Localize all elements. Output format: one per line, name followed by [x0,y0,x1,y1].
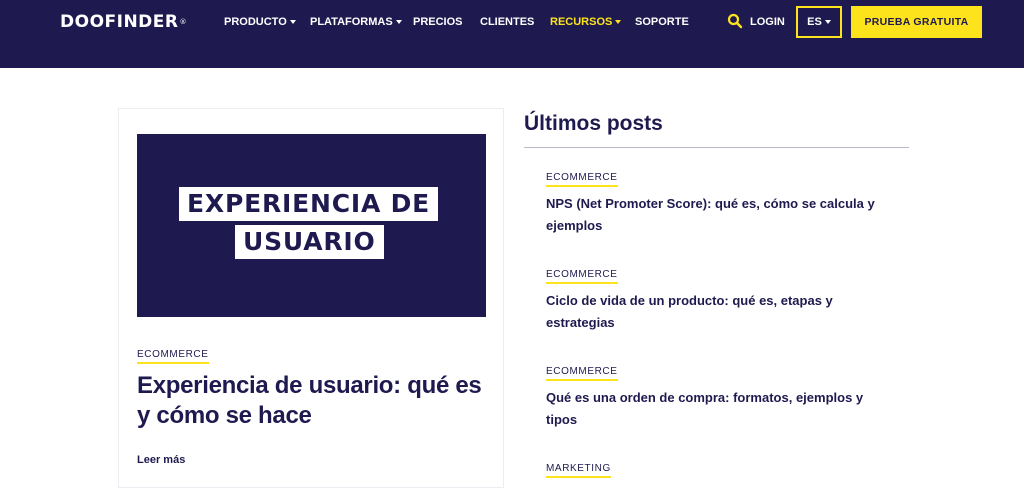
nav-label: CLIENTES [480,16,535,28]
nav-item-producto[interactable]: PRODUCTO [224,14,296,30]
post-category[interactable]: ECOMMERCE [546,269,618,284]
read-more-link[interactable]: Leer más [137,454,185,466]
registered-mark: ® [179,18,187,26]
search-icon[interactable] [727,13,743,29]
nav-item-plataformas[interactable]: PLATAFORMAS [310,14,402,30]
nav-label: PLATAFORMAS [310,16,393,28]
list-item: MARKETING [546,458,896,478]
post-category[interactable]: ECOMMERCE [546,172,618,187]
featured-post-title[interactable]: Experiencia de usuario: qué es y cómo se… [137,371,487,431]
featured-post-image[interactable]: EXPERIENCIA DE USUARIO [137,134,486,317]
login-link[interactable]: LOGIN [750,14,785,30]
list-item: ECOMMERCE NPS (Net Promoter Score): qué … [546,167,896,237]
chevron-down-icon [289,20,296,24]
nav-label: SOPORTE [635,16,689,28]
nav-item-precios[interactable]: PRECIOS [413,14,463,30]
featured-post-category[interactable]: ECOMMERCE [137,349,209,364]
free-trial-button[interactable]: PRUEBA GRATUITA [851,6,982,38]
nav-label: PRECIOS [413,16,463,28]
nav-item-soporte[interactable]: SOPORTE [635,14,689,30]
chevron-down-icon [395,20,402,24]
language-label: ES [807,16,822,28]
post-title[interactable]: NPS (Net Promoter Score): qué es, cómo s… [546,193,896,237]
nav-item-clientes[interactable]: CLIENTES [480,14,534,30]
nav-label: PRODUCTO [224,16,287,28]
latest-posts-heading: Últimos posts [524,112,663,135]
nav-item-recursos[interactable]: RECURSOS [550,14,622,30]
featured-post-card[interactable]: EXPERIENCIA DE USUARIO ECOMMERCE Experie… [118,108,504,488]
site-header: DOOFINDER ® PRODUCTO PLATAFORMAS PRECIOS … [0,0,1024,68]
chevron-down-icon [615,20,622,24]
language-selector[interactable]: ES [796,6,842,38]
post-title[interactable]: Qué es una orden de compra: formatos, ej… [546,387,896,431]
latest-posts-divider [524,147,909,148]
post-category[interactable]: MARKETING [546,463,611,478]
list-item: ECOMMERCE Qué es una orden de compra: fo… [546,361,896,431]
logo-text: DOOFINDER [60,12,179,32]
post-category[interactable]: ECOMMERCE [546,366,618,381]
nav-label: RECURSOS [550,16,613,28]
hero-text-line-2: USUARIO [235,225,384,259]
hero-text-line-1: EXPERIENCIA DE [179,187,439,221]
post-title[interactable]: Ciclo de vida de un producto: qué es, et… [546,290,896,334]
list-item: ECOMMERCE Ciclo de vida de un producto: … [546,264,896,334]
chevron-down-icon [824,20,831,24]
doofinder-logo[interactable]: DOOFINDER ® [60,12,187,32]
